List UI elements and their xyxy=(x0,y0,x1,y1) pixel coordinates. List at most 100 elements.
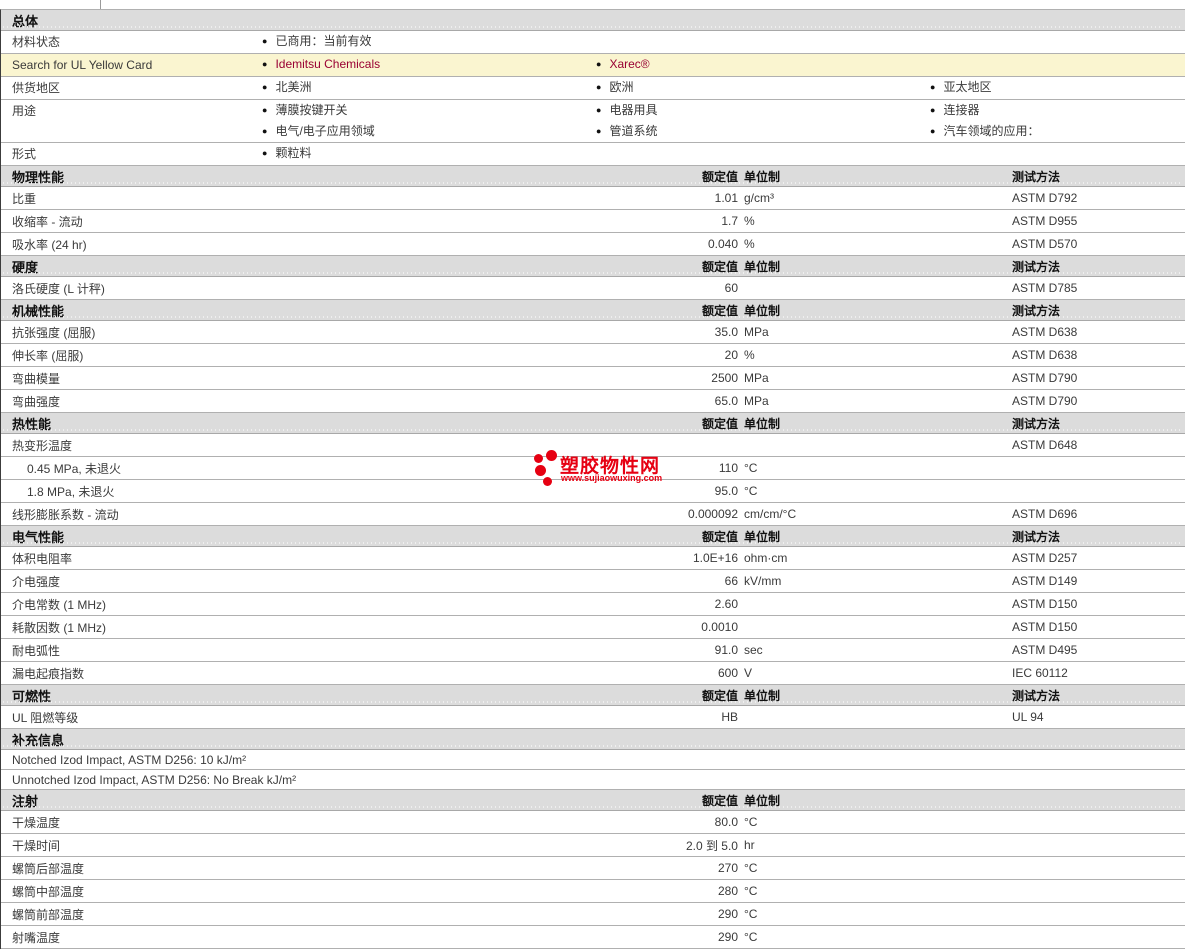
property-row: 比重 1.01 g/cm³ ASTM D792 xyxy=(1,187,1185,210)
bullet-column xyxy=(585,31,919,53)
section-header: 总体 xyxy=(1,10,1185,31)
bullet-text: 管道系统 xyxy=(609,124,658,138)
property-label: 介电强度 xyxy=(12,574,61,589)
section-header: 物理性能 额定值 单位制 测试方法 xyxy=(1,166,1185,187)
section-title: 补充信息 xyxy=(12,732,65,748)
trade-name-link[interactable]: Xarec® xyxy=(609,57,649,71)
property-value: 600 xyxy=(717,666,738,680)
property-method: ASTM D790 xyxy=(1012,371,1078,385)
section-title: 物理性能 xyxy=(12,169,65,185)
property-value: 280 xyxy=(717,884,738,898)
column-header-unit: 单位制 xyxy=(744,169,781,184)
property-unit: °C xyxy=(744,815,758,829)
property-value: 35.0 xyxy=(714,325,738,339)
section-title: 总体 xyxy=(12,13,39,29)
bullet-column: ● 亚太地区 xyxy=(919,77,1185,99)
property-label: 干燥温度 xyxy=(12,815,61,830)
property-row: 耗散因数 (1 MHz) 0.0010 ASTM D150 xyxy=(1,616,1185,639)
property-label: 螺筒中部温度 xyxy=(12,884,85,899)
property-label: 收缩率 - 流动 xyxy=(12,214,83,229)
property-row: 弯曲模量 2500 MPa ASTM D790 xyxy=(1,367,1185,390)
property-method: ASTM D792 xyxy=(1012,191,1078,205)
column-header-unit: 单位制 xyxy=(744,529,781,544)
row-label: 用途 xyxy=(12,104,37,118)
section-title: 可燃性 xyxy=(12,688,52,704)
note-text: Notched Izod Impact, ASTM D256: 10 kJ/m² xyxy=(12,753,247,767)
property-value: 95.0 xyxy=(714,484,738,498)
property-unit: °C xyxy=(744,884,758,898)
column-header-unit: 单位制 xyxy=(744,688,781,703)
property-method: ASTM D257 xyxy=(1012,551,1078,565)
section-header: 补充信息 xyxy=(1,729,1185,750)
column-header-test-method: 测试方法 xyxy=(1012,529,1061,544)
property-value: 2.60 xyxy=(714,597,738,611)
bullet-column: ● 颗粒料 xyxy=(251,143,585,165)
bullet-text: 电器用具 xyxy=(609,103,658,117)
bullet-icon: ● xyxy=(262,59,268,69)
property-label: 体积电阻率 xyxy=(12,551,73,566)
bullet-item: ● Idemitsu Chemicals xyxy=(262,54,585,75)
property-value: 65.0 xyxy=(714,394,738,408)
property-unit: sec xyxy=(744,643,763,657)
property-method: ASTM D785 xyxy=(1012,281,1078,295)
column-header-rated-value: 额定值 xyxy=(701,416,738,431)
property-label: 弯曲强度 xyxy=(12,394,61,409)
bullet-item: ● 电器用具 xyxy=(596,100,919,121)
property-unit: hr xyxy=(744,838,755,852)
property-label: 热变形温度 xyxy=(12,438,73,453)
bullet-column: ● 薄膜按键开关 ● 电气/电子应用领域 xyxy=(251,100,585,142)
bullet-icon: ● xyxy=(262,148,268,158)
column-header-test-method: 测试方法 xyxy=(1012,416,1061,431)
property-method: ASTM D638 xyxy=(1012,348,1078,362)
section-header: 硬度 额定值 单位制 测试方法 xyxy=(1,256,1185,277)
bullet-icon: ● xyxy=(262,105,268,115)
bullet-text: 汽车领域的应用： xyxy=(943,124,1040,138)
section-title: 热性能 xyxy=(12,416,52,432)
property-row: 耐电弧性 91.0 sec ASTM D495 xyxy=(1,639,1185,662)
bullet-column: ● 电器用具 ● 管道系统 xyxy=(585,100,919,142)
property-value: 91.0 xyxy=(714,643,738,657)
property-method: IEC 60112 xyxy=(1012,666,1068,680)
property-value: 1.0E+16 xyxy=(692,551,738,565)
top-border-divider xyxy=(100,0,101,9)
note-text: Unnotched Izod Impact, ASTM D256: No Bre… xyxy=(12,773,297,787)
column-header-unit: 单位制 xyxy=(744,416,781,431)
property-unit: MPa xyxy=(744,371,769,385)
property-method: ASTM D648 xyxy=(1012,438,1078,452)
property-row: 漏电起痕指数 600 V IEC 60112 xyxy=(1,662,1185,685)
property-row: 射嘴温度 290 °C xyxy=(1,926,1185,949)
row-label: 形式 xyxy=(12,147,37,161)
property-value: 1.7 xyxy=(721,214,738,228)
bullet-column: ● 已商用：当前有效 xyxy=(251,31,585,53)
property-label: 吸水率 (24 hr) xyxy=(12,237,87,252)
bullet-text: 颗粒料 xyxy=(275,146,312,160)
search-ul-yellow-card-label: Search for UL Yellow Card xyxy=(12,58,153,72)
trade-name-link[interactable]: Idemitsu Chemicals xyxy=(275,57,380,71)
property-unit: °C xyxy=(744,461,758,475)
property-row: 干燥温度 80.0 °C xyxy=(1,811,1185,834)
property-unit: MPa xyxy=(744,394,769,408)
general-row: 用途 ● 薄膜按键开关 ● 电气/电子应用领域 ● 电器用具 ● 管道系统 ● 连接器 ● 汽车领域的应… xyxy=(1,100,1185,143)
bullet-column: ● Xarec® xyxy=(585,54,919,76)
property-label: 介电常数 (1 MHz) xyxy=(12,597,106,612)
property-row: 热变形温度 ASTM D648 xyxy=(1,434,1185,457)
bullet-text: 薄膜按键开关 xyxy=(275,103,348,117)
bullet-column xyxy=(919,54,1185,76)
property-label: 比重 xyxy=(12,191,37,206)
column-header-test-method: 测试方法 xyxy=(1012,303,1061,318)
section-title: 注射 xyxy=(12,793,39,809)
bullet-item: ● 汽车领域的应用： xyxy=(930,121,1185,142)
property-row: 洛氏硬度 (L 计秤) 60 ASTM D785 xyxy=(1,277,1185,300)
bullet-icon: ● xyxy=(596,82,602,92)
property-label: 耗散因数 (1 MHz) xyxy=(12,620,106,635)
property-unit: ohm·cm xyxy=(744,551,788,565)
property-unit: % xyxy=(744,348,755,362)
bullet-icon: ● xyxy=(596,126,602,136)
property-value: HB xyxy=(721,710,738,724)
bullet-item: ● Xarec® xyxy=(596,54,919,75)
property-unit: °C xyxy=(744,861,758,875)
property-row: 体积电阻率 1.0E+16 ohm·cm ASTM D257 xyxy=(1,547,1185,570)
property-method: ASTM D150 xyxy=(1012,597,1078,611)
property-row: 干燥时间 2.0 到 5.0 hr xyxy=(1,834,1185,857)
column-header-rated-value: 额定值 xyxy=(701,793,738,808)
